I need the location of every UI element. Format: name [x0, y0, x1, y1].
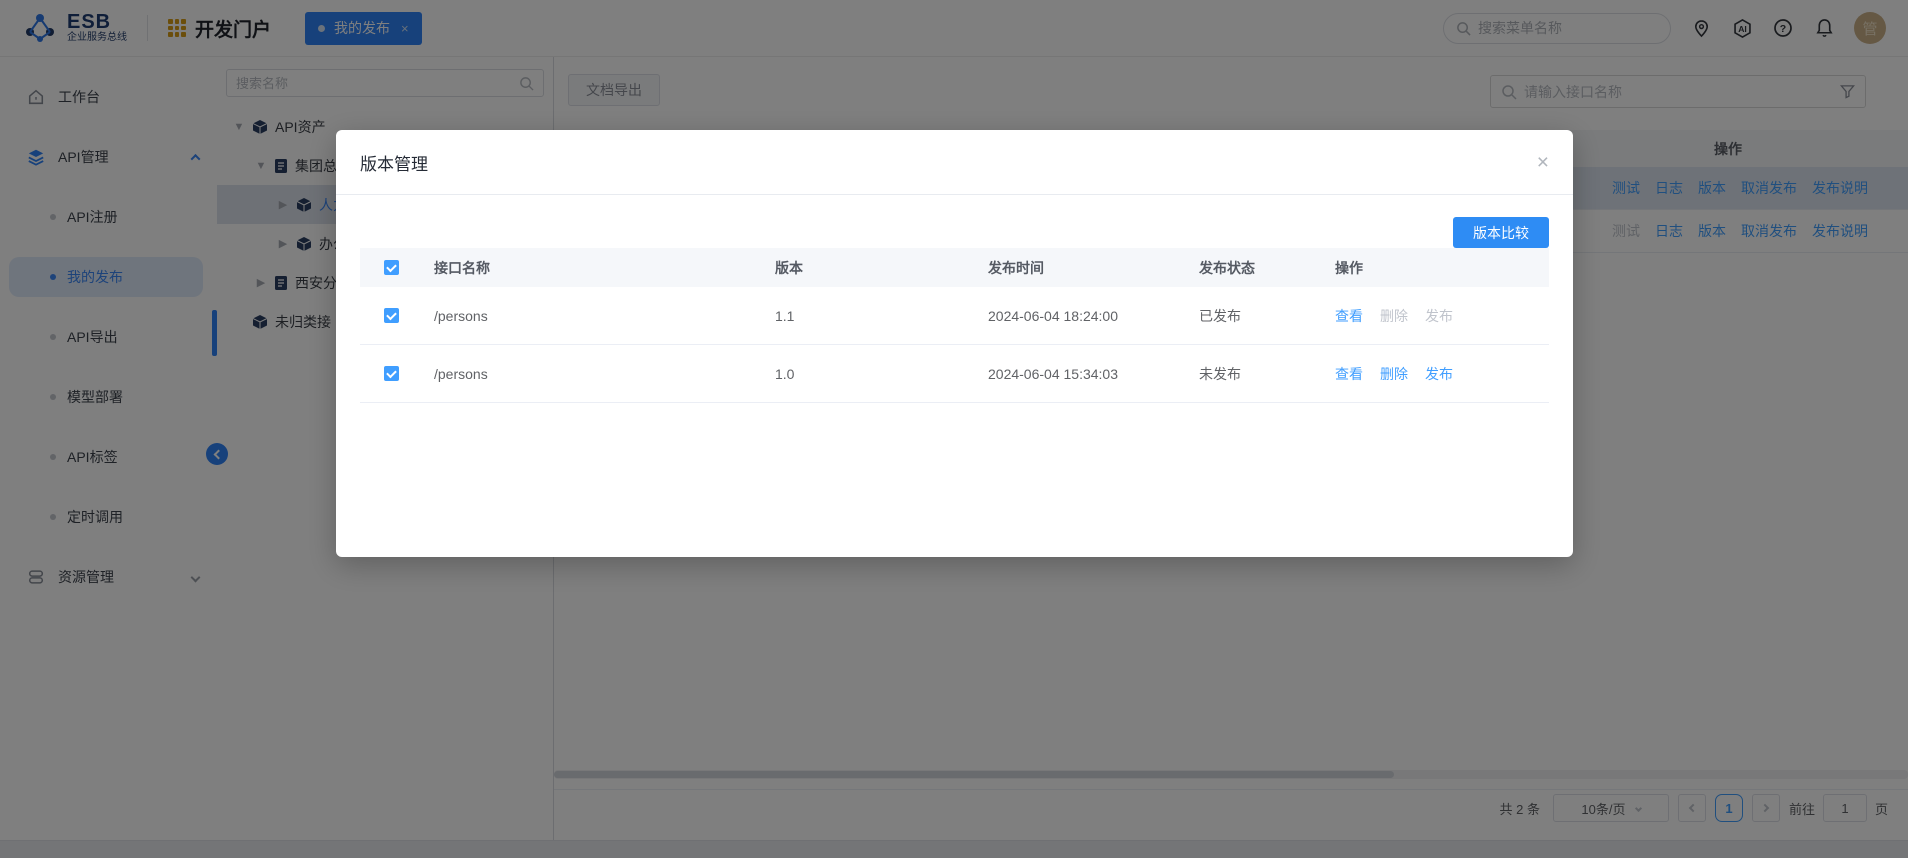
- version-row-1[interactable]: /persons 1.1 2024-06-04 18:24:00 已发布 查看 …: [360, 287, 1549, 345]
- publish-status: 未发布: [1199, 364, 1335, 384]
- publish-link[interactable]: 发布: [1425, 364, 1453, 384]
- publish-time: 2024-06-04 18:24:00: [988, 308, 1199, 324]
- col-publish-time: 发布时间: [988, 258, 1199, 278]
- view-link[interactable]: 查看: [1335, 306, 1363, 326]
- version-table: 接口名称 版本 发布时间 发布状态 操作 /persons 1.1 2024-0…: [360, 248, 1549, 403]
- col-publish-status: 发布状态: [1199, 258, 1335, 278]
- publish-link: 发布: [1425, 306, 1453, 326]
- version-value: 1.0: [775, 366, 988, 382]
- delete-link[interactable]: 删除: [1380, 364, 1408, 384]
- interface-name: /persons: [434, 366, 775, 382]
- publish-status: 已发布: [1199, 306, 1335, 326]
- version-compare-button[interactable]: 版本比较: [1453, 217, 1549, 248]
- col-version: 版本: [775, 258, 988, 278]
- dialog-title: 版本管理: [360, 150, 428, 175]
- col-actions: 操作: [1335, 258, 1549, 278]
- publish-time: 2024-06-04 15:34:03: [988, 366, 1199, 382]
- view-link[interactable]: 查看: [1335, 364, 1363, 384]
- row-checkbox[interactable]: [384, 366, 399, 381]
- version-table-header: 接口名称 版本 发布时间 发布状态 操作: [360, 248, 1549, 287]
- interface-name: /persons: [434, 308, 775, 324]
- version-row-2[interactable]: /persons 1.0 2024-06-04 15:34:03 未发布 查看 …: [360, 345, 1549, 403]
- row-checkbox[interactable]: [384, 308, 399, 323]
- select-all-checkbox[interactable]: [384, 260, 399, 275]
- close-icon[interactable]: ×: [1537, 152, 1549, 173]
- col-interface-name: 接口名称: [434, 258, 775, 278]
- delete-link: 删除: [1380, 306, 1408, 326]
- version-value: 1.1: [775, 308, 988, 324]
- version-management-dialog: 版本管理 × 版本比较 接口名称 版本 发布时间 发布状态 操作 /person…: [336, 130, 1573, 557]
